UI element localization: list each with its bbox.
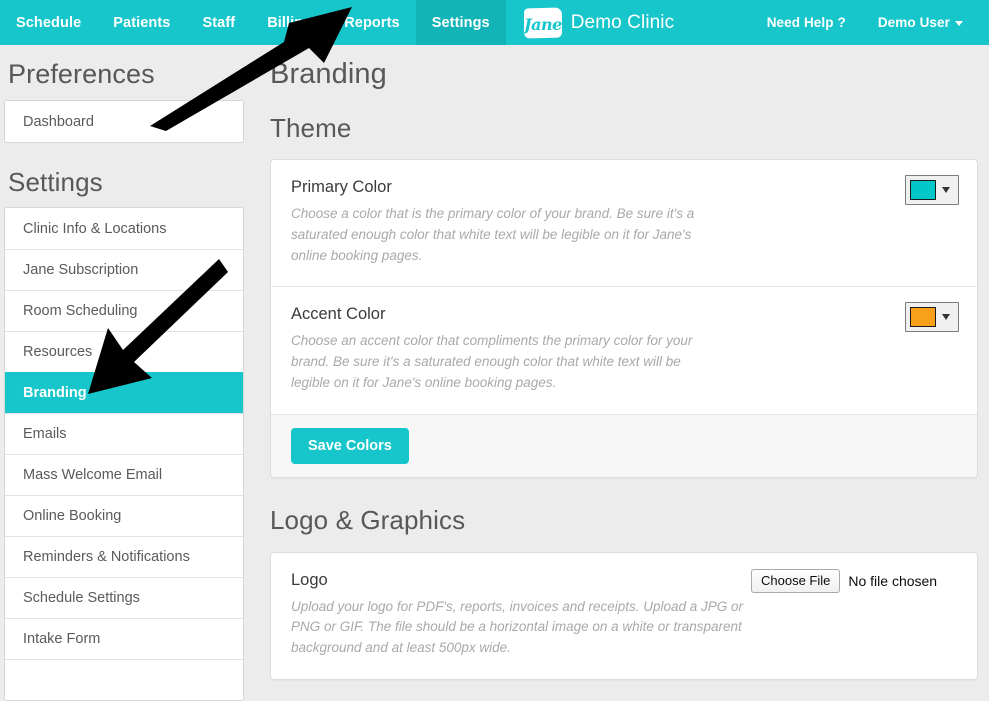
need-help-link[interactable]: Need Help ? <box>751 0 862 45</box>
nav-item-schedule[interactable]: Schedule <box>0 0 97 45</box>
nav-item-staff[interactable]: Staff <box>186 0 251 45</box>
sidebar-item-clinic-info-locations[interactable]: Clinic Info & Locations <box>5 208 243 249</box>
accent-color-description: Choose an accent color that compliments … <box>291 333 693 390</box>
main-content: Branding Theme Primary Color Choose a co… <box>248 45 989 681</box>
sidebar-item-mass-welcome-email[interactable]: Mass Welcome Email <box>5 454 243 495</box>
sidebar-item-branding[interactable]: Branding <box>5 372 243 413</box>
sidebar-item-room-scheduling[interactable]: Room Scheduling <box>5 290 243 331</box>
sidebar-item-online-booking[interactable]: Online Booking <box>5 495 243 536</box>
user-menu-label: Demo User <box>877 15 950 30</box>
sidebar-item-dashboard[interactable]: Dashboard <box>5 101 243 142</box>
file-status-label: No file chosen <box>848 572 938 589</box>
logo-graphics-card: Logo Upload your logo for PDF's, reports… <box>270 551 978 681</box>
sidebar-item-reminders-notifications[interactable]: Reminders & Notifications <box>5 536 243 577</box>
logo-file-input[interactable]: Choose File No file chosen <box>751 568 938 593</box>
sidebar-item-resources[interactable]: Resources <box>5 331 243 372</box>
brand-block: Jane Demo Clinic <box>506 0 675 45</box>
accent-color-swatch[interactable] <box>910 307 936 328</box>
accent-color-row: Accent Color Choose an accent color that… <box>271 286 977 413</box>
primary-color-description: Choose a color that is the primary color… <box>291 206 695 263</box>
accent-color-picker[interactable] <box>905 302 959 333</box>
choose-file-button[interactable]: Choose File <box>751 568 841 593</box>
nav-item-patients[interactable]: Patients <box>97 0 186 45</box>
page-title: Branding <box>270 58 387 90</box>
primary-color-label: Primary Color <box>291 178 392 196</box>
primary-color-swatch[interactable] <box>910 180 936 200</box>
sidebar-item-jane-subscription[interactable]: Jane Subscription <box>5 249 243 290</box>
chevron-down-icon[interactable] <box>942 187 950 193</box>
sidebar-heading-preferences: Preferences <box>8 59 155 89</box>
sidebar-item-emails[interactable]: Emails <box>5 413 243 454</box>
clinic-name: Demo Clinic <box>570 11 675 33</box>
theme-card-footer: Save Colors <box>271 413 977 477</box>
chevron-down-icon[interactable] <box>942 314 950 321</box>
top-navigation-bar: Schedule Patients Staff Billing Reports … <box>0 0 989 45</box>
sidebar-group-dashboard: Dashboard <box>4 100 244 143</box>
sidebar-group-settings: Clinic Info & Locations Jane Subscriptio… <box>4 207 244 701</box>
logo-description: Upload your logo for PDF's, reports, inv… <box>291 598 744 656</box>
sidebar-item-schedule-settings[interactable]: Schedule Settings <box>5 577 243 618</box>
preferences-sidebar: Preferences Dashboard Settings Clinic In… <box>0 45 248 701</box>
save-colors-button[interactable]: Save Colors <box>291 427 409 464</box>
accent-color-label: Accent Color <box>291 305 386 324</box>
primary-color-row: Primary Color Choose a color that is the… <box>271 160 977 286</box>
logo-row: Logo Upload your logo for PDF's, reports… <box>271 553 977 679</box>
nav-item-billing[interactable]: Billing <box>251 0 328 45</box>
jane-logo-text: Jane <box>523 14 562 33</box>
sidebar-item-partial[interactable] <box>5 659 243 700</box>
nav-item-settings[interactable]: Settings <box>415 0 506 45</box>
nav-item-reports[interactable]: Reports <box>328 0 416 45</box>
section-title-logo-graphics: Logo & Graphics <box>270 504 466 535</box>
sidebar-item-intake-form[interactable]: Intake Form <box>5 618 243 659</box>
theme-card: Primary Color Choose a color that is the… <box>270 159 978 478</box>
chevron-down-icon <box>955 21 963 26</box>
jane-logo-icon: Jane <box>523 7 562 38</box>
primary-nav-group: Schedule Patients Staff Billing Reports … <box>0 0 506 45</box>
user-menu[interactable]: Demo User <box>862 0 979 45</box>
secondary-nav-group: Need Help ? Demo User <box>751 0 989 45</box>
primary-color-picker[interactable] <box>905 175 959 205</box>
sidebar-heading-settings: Settings <box>8 167 103 197</box>
section-title-theme: Theme <box>270 113 352 143</box>
